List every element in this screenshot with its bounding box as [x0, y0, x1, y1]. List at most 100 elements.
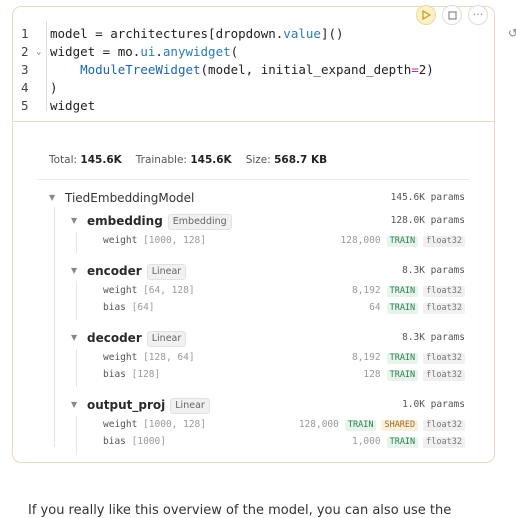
- code-text: widget: [50, 97, 95, 115]
- parameter-tag-float32: float32: [423, 236, 465, 247]
- stat-size: Size: 568.7 KB: [245, 154, 328, 166]
- stop-button[interactable]: [442, 5, 462, 25]
- code-token: anywidget: [162, 44, 231, 59]
- tree-guide: [76, 349, 77, 387]
- parameter-tag-float32: float32: [423, 420, 465, 431]
- parameter-tag-shared: SHARED: [381, 420, 419, 431]
- parameter-tag-float32: float32: [423, 353, 465, 364]
- cell-controls: ···: [416, 5, 488, 25]
- module-type-badge: Embedding: [167, 214, 232, 230]
- code-token: 2): [418, 62, 434, 77]
- notebook-cell: 1 model = architectures[dropdown.value]()…: [12, 5, 495, 463]
- line-number: 1: [21, 26, 29, 41]
- model-stats: Total: 145.6K Trainable: 145.6K Size: 56…: [49, 154, 327, 166]
- parameter-shape: [128, 64]: [143, 352, 195, 363]
- parameter-name: weight [1000, 128]: [103, 417, 206, 433]
- line-number: 4: [21, 80, 29, 95]
- parameter-name: bias [64]: [103, 300, 155, 316]
- parameter-row: weight [128, 64] float32 TRAIN 8,192: [103, 350, 465, 366]
- parameter-tag-train: TRAIN: [386, 353, 419, 364]
- module-row[interactable]: ▼ output_proj Linear 1.0K params: [71, 396, 465, 414]
- code-text: model = architectures[dropdown.value](): [50, 25, 344, 43]
- module-name: output_proj: [87, 398, 166, 412]
- parameter-tag-float32: float32: [423, 303, 465, 314]
- module-params: 145.6K params: [390, 192, 465, 203]
- module-type-badge: Linear: [146, 264, 187, 280]
- parameter-shape: [64, 128]: [143, 285, 195, 296]
- parameter-tag-train: TRAIN: [386, 236, 419, 247]
- module-row[interactable]: ▼ decoder Linear 8.3K params: [71, 329, 465, 347]
- parameter-label: weight: [103, 235, 138, 246]
- module-row[interactable]: ▼ encoder Linear 8.3K params: [71, 262, 465, 280]
- parameter-shape: [1000, 128]: [143, 419, 206, 430]
- line-number: 5: [21, 98, 29, 113]
- more-icon: ···: [472, 8, 484, 21]
- parameter-count: 1,000: [351, 436, 381, 447]
- code-text: ): [50, 79, 58, 97]
- code-token: widget: [50, 98, 96, 113]
- stop-icon: [447, 10, 457, 20]
- parameter-count: 128,000: [340, 235, 381, 246]
- expand-triangle-icon[interactable]: ▼: [71, 262, 77, 280]
- parameter-row: weight [1000, 128] float32 TRAIN 128,000: [103, 233, 465, 249]
- parameter-count: 64: [369, 302, 381, 313]
- parameter-tag-train: TRAIN: [344, 420, 377, 431]
- run-button[interactable]: [416, 5, 436, 25]
- expand-triangle-icon[interactable]: ▼: [71, 396, 77, 414]
- parameter-label: weight: [103, 285, 138, 296]
- module-name: TiedEmbeddingModel: [65, 191, 195, 205]
- module-params: 1.0K params: [402, 399, 465, 410]
- code-token: ): [50, 80, 58, 95]
- parameter-name: bias [128]: [103, 367, 160, 383]
- cell-output: Total: 145.6K Trainable: 145.6K Size: 56…: [13, 122, 494, 462]
- parameter-label: weight: [103, 352, 138, 363]
- parameter-tag-float32: float32: [423, 370, 465, 381]
- parameter-shape: [1000]: [131, 436, 166, 447]
- parameter-name: weight [128, 64]: [103, 350, 195, 366]
- parameter-label: weight: [103, 419, 138, 430]
- parameter-label: bias: [103, 302, 126, 313]
- code-token: .: [155, 44, 163, 59]
- code-token: ](): [320, 26, 344, 41]
- module-type-badge: Linear: [170, 398, 210, 414]
- footer-text: If you really like this overview of the …: [28, 503, 452, 518]
- module-params: 8.3K params: [402, 332, 465, 343]
- module-params: 8.3K params: [402, 265, 465, 276]
- code-text: ModuleTreeWidget(model, initial_expand_d…: [50, 61, 434, 79]
- parameter-tag-float32: float32: [423, 437, 465, 448]
- fold-chevron-icon[interactable]: ⌄: [36, 43, 41, 61]
- tree-root-row[interactable]: ▼ TiedEmbeddingModel 145.6K params: [49, 189, 465, 207]
- parameter-label: bias: [103, 436, 126, 447]
- parameter-count: 8,192: [351, 352, 381, 363]
- parameter-tag-train: TRAIN: [386, 370, 419, 381]
- tree-guide: [76, 416, 77, 454]
- module-row[interactable]: ▼ embedding Embedding 128.0K params: [71, 212, 465, 230]
- parameter-tag-train: TRAIN: [386, 303, 419, 314]
- module-type-badge: Linear: [146, 331, 187, 347]
- parameter-count: 128,000: [298, 419, 339, 430]
- module-params: 128.0K params: [390, 215, 465, 226]
- code-token: ModuleTreeWidget: [80, 62, 201, 77]
- tree-guide: [76, 282, 77, 320]
- stats-divider: [37, 179, 470, 180]
- parameter-row: weight [1000, 128] float32 SHARED TRAIN 128,…: [103, 417, 465, 433]
- parameter-name: bias [1000]: [103, 434, 166, 450]
- code-token: ui: [140, 44, 156, 59]
- parameter-shape: [64]: [131, 302, 155, 313]
- expand-triangle-icon[interactable]: ▼: [71, 329, 77, 347]
- refresh-icon[interactable]: ↺: [508, 26, 516, 40]
- stat-trainable: Trainable: 145.6K: [135, 154, 232, 166]
- parameter-row: bias [1000] float32 TRAIN 1,000: [103, 434, 465, 450]
- expand-triangle-icon[interactable]: ▼: [49, 189, 55, 207]
- parameter-name: weight [1000, 128]: [103, 233, 206, 249]
- play-icon: [421, 10, 431, 20]
- code-token: (model, initial_expand_depth: [200, 62, 412, 77]
- line-number: 3: [21, 62, 29, 77]
- expand-triangle-icon[interactable]: ▼: [71, 212, 77, 230]
- tree-guide: [54, 207, 55, 447]
- parameter-row: bias [64] float32 TRAIN 64: [103, 300, 465, 316]
- more-button[interactable]: ···: [468, 5, 488, 25]
- parameter-shape: [1000, 128]: [143, 235, 206, 246]
- parameter-tag-float32: float32: [423, 286, 465, 297]
